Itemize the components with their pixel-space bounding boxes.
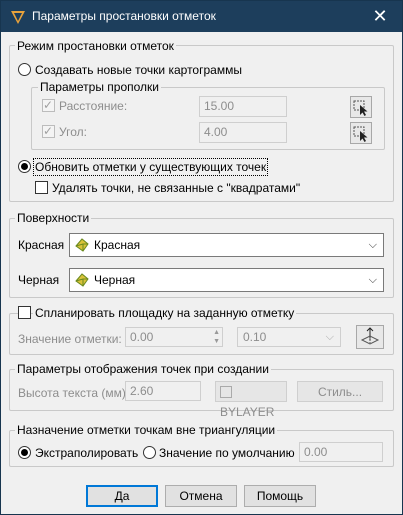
default-value-label[interactable]: Значение по умолчанию <box>159 446 295 460</box>
pick-angle-button[interactable] <box>350 122 372 144</box>
distance-checkbox[interactable] <box>42 98 55 112</box>
create-points-label[interactable]: Создавать новые точки картограммы <box>35 63 242 77</box>
angle-field[interactable]: 4.00 <box>199 122 287 143</box>
distance-field[interactable]: 15.00 <box>199 96 287 117</box>
plan-checkbox-label[interactable]: Спланировать площадку на заданную отметк… <box>33 306 297 320</box>
black-surface-value: Черная <box>94 273 136 287</box>
dialog-window: Параметры простановки отметок ✕ Режим пр… <box>0 0 403 515</box>
mode-group-title: Режим простановки отметок <box>15 39 176 53</box>
surface-icon <box>75 273 89 287</box>
pick-cursor-icon <box>353 126 368 142</box>
surface-icon <box>75 238 89 252</box>
fill-params-title: Параметры прополки <box>38 80 162 94</box>
angle-label: Угол: <box>59 125 87 139</box>
red-surface-select[interactable]: Красная ⌵ <box>69 233 384 257</box>
assign-group-title: Назначение отметки точкам вне триангуляц… <box>15 423 278 437</box>
pick-distance-button[interactable] <box>350 96 372 118</box>
black-surface-select[interactable]: Черная ⌵ <box>69 268 384 292</box>
extrapolate-radio[interactable] <box>18 446 31 459</box>
color-bylayer-label: BYLAYER <box>220 405 275 419</box>
plan-value-text: 0.00 <box>130 330 154 344</box>
angle-checkbox[interactable] <box>42 124 55 138</box>
ok-button[interactable]: Да <box>86 485 158 507</box>
black-surface-label: Черная <box>18 273 60 287</box>
plan-step-value: 0.10 <box>243 330 267 344</box>
plan-checkbox[interactable] <box>18 306 31 319</box>
pick-elevation-button[interactable] <box>356 325 384 349</box>
default-value-radio[interactable] <box>143 446 156 459</box>
pick-elevation-icon <box>360 327 380 345</box>
create-points-radio[interactable] <box>18 63 31 76</box>
red-surface-label: Красная <box>18 238 65 252</box>
help-button[interactable]: Помощь <box>244 485 316 507</box>
surfaces-group-title: Поверхности <box>15 211 92 225</box>
plan-step-select[interactable]: 0.10 ⌵ <box>237 327 341 347</box>
plan-value-field[interactable]: 0.00 ▲ ▼ <box>125 327 223 347</box>
pick-cursor-icon <box>353 100 368 116</box>
chevron-down-icon: ⌵ <box>325 331 334 343</box>
plan-value-label: Значение отметки: <box>18 332 122 346</box>
app-icon <box>11 11 25 24</box>
chevron-down-icon: ⌵ <box>368 239 377 251</box>
spin-arrows-icon[interactable]: ▲ ▼ <box>213 328 220 346</box>
delete-points-checkbox[interactable] <box>35 181 48 194</box>
window-title: Параметры простановки отметок <box>32 9 216 23</box>
close-icon: ✕ <box>372 6 388 26</box>
cancel-button[interactable]: Отмена <box>165 485 237 507</box>
style-button[interactable]: Стиль... <box>297 381 383 402</box>
default-value-field[interactable]: 0.00 <box>299 442 383 462</box>
color-swatch-icon <box>220 386 232 398</box>
title-bar: Параметры простановки отметок ✕ <box>1 1 402 32</box>
close-button[interactable]: ✕ <box>358 1 402 32</box>
display-group-title: Параметры отображения точек при создании <box>15 362 271 376</box>
distance-label: Расстояние: <box>59 99 128 113</box>
color-bylayer-button[interactable]: BYLAYER <box>215 381 287 419</box>
update-points-radio[interactable] <box>18 160 31 173</box>
delete-points-label[interactable]: Удалять точки, не связанные с "квадратам… <box>52 181 300 195</box>
red-surface-value: Красная <box>94 238 141 252</box>
update-points-label[interactable]: Обновить отметки у существующих точек <box>32 158 269 176</box>
text-height-label: Высота текста (мм): <box>18 386 130 400</box>
chevron-down-icon: ⌵ <box>368 274 377 286</box>
extrapolate-label[interactable]: Экстраполировать <box>35 446 138 460</box>
text-height-field[interactable]: 2.60 <box>125 381 201 401</box>
